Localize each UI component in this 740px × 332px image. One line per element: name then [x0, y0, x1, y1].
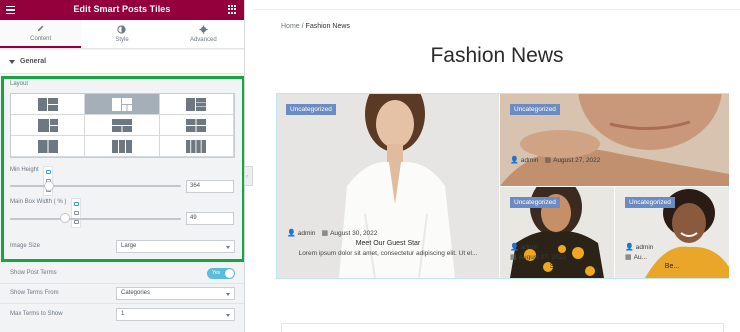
max-terms-label: Max Terms to Show [10, 311, 63, 317]
post-meta-date: ▦ Au... [625, 253, 647, 262]
pencil-icon [37, 25, 44, 32]
post-author[interactable]: admin [636, 244, 654, 251]
toggle-knob [225, 269, 234, 278]
chevron-down-icon [226, 293, 230, 296]
posts-tiles: Uncategorized 👤 admin ▦ August 30, 2022 Me… [276, 93, 729, 279]
post-date: August 27, 2022 [553, 156, 601, 164]
editor-panel: Edit Smart Posts Tiles Content Style Adv… [0, 0, 245, 332]
post-title[interactable]: Str... [500, 263, 614, 270]
user-icon: 👤 [287, 230, 296, 237]
panel-collapse-handle[interactable]: ‹ [245, 166, 253, 186]
post-date: August 27, 2022 [518, 253, 566, 261]
post-tile[interactable]: Uncategorized 👤 admin ▦ August 30, 2022 Me… [277, 94, 499, 278]
section-title: General [20, 58, 47, 65]
category-badge[interactable]: Uncategorized [286, 104, 336, 115]
max-terms-select[interactable]: 1 [116, 308, 235, 321]
category-badge[interactable]: Uncategorized [510, 197, 560, 208]
tab-advanced-label: Advanced [189, 37, 217, 43]
breadcrumb: Home / Fashion News [281, 23, 350, 30]
show-terms-from-label: Show Terms From [10, 290, 59, 296]
divider [0, 283, 244, 284]
show-post-terms-toggle[interactable]: Yes [207, 268, 235, 279]
calendar-icon: ▦ [544, 157, 552, 164]
category-badge[interactable]: Uncategorized [625, 197, 675, 208]
panel-title: Edit Smart Posts Tiles [73, 4, 171, 14]
breadcrumb-current: Fashion News [305, 23, 350, 30]
post-meta: 👤 admin [625, 243, 654, 252]
calendar-icon: ▦ [510, 254, 517, 261]
tab-style[interactable]: Style [81, 20, 162, 48]
half-circle-icon [117, 25, 127, 34]
tab-content-label: Content [30, 36, 52, 42]
post-date: Au... [633, 253, 647, 261]
panel-tabs: Content Style Advanced [0, 20, 244, 49]
post-author[interactable]: admin [298, 230, 316, 237]
post-meta: 👤 admin ▦ August 30, 2022 [287, 229, 378, 238]
toggle-label: Yes [212, 270, 221, 276]
post-title[interactable]: Meet Our Guest Star [277, 240, 499, 247]
calendar-icon: ▦ [321, 230, 329, 237]
post-author[interactable]: admin [521, 244, 539, 251]
tab-content[interactable]: Content [0, 20, 82, 48]
show-terms-from-value: Categories [121, 290, 151, 296]
highlight-box [1, 76, 244, 262]
show-post-terms-label: Show Post Terms [10, 270, 57, 276]
category-badge[interactable]: Uncategorized [510, 104, 560, 115]
divider [0, 303, 244, 304]
tab-style-label: Style [115, 37, 129, 43]
section-general[interactable]: General [0, 50, 244, 74]
next-section-box [281, 323, 724, 332]
post-excerpt: Lorem ipsum dolor sit amet, consectetur … [298, 250, 478, 257]
post-tile[interactable]: Uncategorized 👤 admin ▦ August 27, 2022 [500, 94, 729, 186]
post-tile[interactable]: Uncategorized 👤 admin ▦ Au... Be... [615, 187, 729, 278]
panel-header: Edit Smart Posts Tiles [0, 0, 244, 20]
calendar-icon: ▦ [625, 254, 632, 261]
post-meta: 👤 admin ▦ August 27, 2022 [510, 156, 601, 165]
user-icon: 👤 [510, 157, 519, 164]
post-meta-date: ▦ August 27, 2022 [510, 253, 566, 262]
post-tile[interactable]: Uncategorized 👤 admin ▦ August 27, 2022 St… [500, 187, 614, 278]
breadcrumb-home[interactable]: Home [281, 23, 300, 30]
header-divider [254, 9, 740, 10]
caret-down-icon [9, 59, 15, 64]
max-terms-value: 1 [121, 311, 125, 317]
post-title[interactable]: Be... [615, 263, 729, 270]
post-meta: 👤 admin [510, 243, 539, 252]
user-icon: 👤 [625, 244, 634, 251]
gear-icon [199, 25, 208, 34]
post-date: August 30, 2022 [330, 229, 378, 237]
page-preview: Home / Fashion News Fashion News Uncateg… [254, 0, 740, 332]
show-terms-from-select[interactable]: Categories [116, 287, 235, 300]
breadcrumb-separator: / [301, 23, 304, 30]
user-icon: 👤 [510, 244, 519, 251]
post-author[interactable]: admin [521, 157, 539, 164]
page-title: Fashion News [430, 44, 564, 67]
widgets-grid-icon[interactable] [228, 5, 237, 14]
chevron-left-icon: ‹ [246, 174, 248, 180]
chevron-down-icon [226, 314, 230, 317]
tab-advanced[interactable]: Advanced [163, 20, 244, 48]
